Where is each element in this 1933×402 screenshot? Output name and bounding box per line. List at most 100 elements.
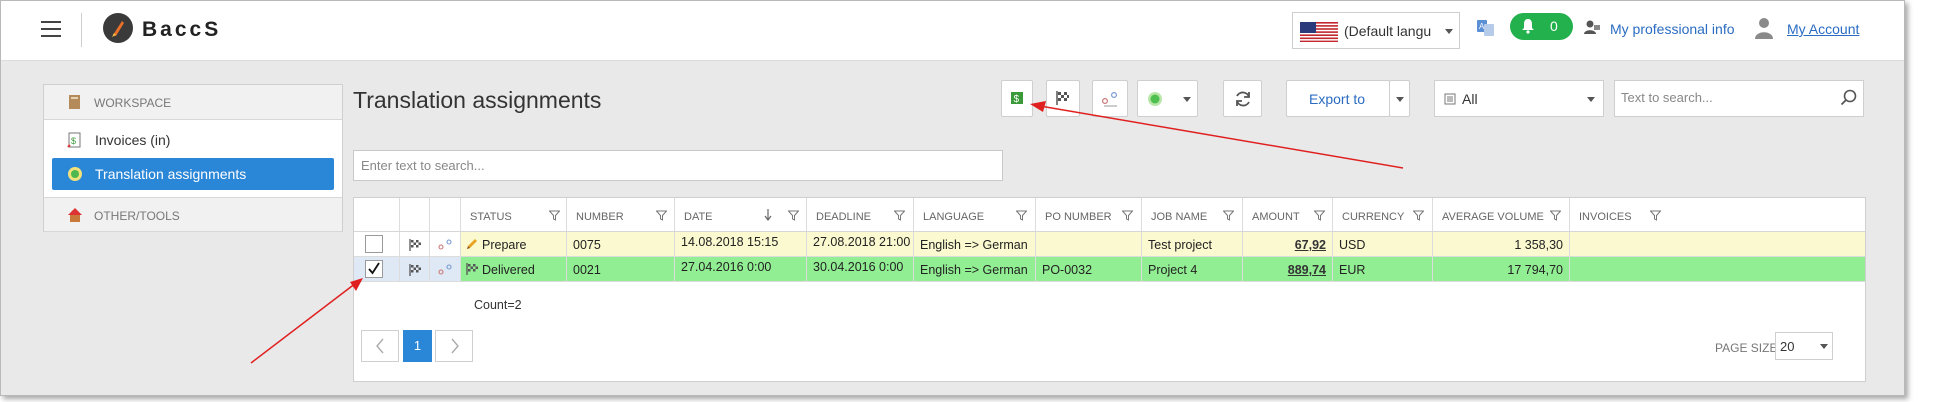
notifications-count: 0 [1550,18,1558,34]
row-select-cell[interactable] [354,257,400,281]
deadline-text: 30.04.2016 0:00 [813,260,904,274]
invoice-button[interactable]: $ [1001,80,1033,117]
filter-icon[interactable] [1016,210,1027,221]
page-title: Translation assignments [353,87,602,113]
invoice-icon: $ [67,132,81,148]
row-checkbox[interactable] [365,235,383,253]
checkered-flag-icon[interactable] [408,263,422,277]
date-text: 27.04.2016 0:00 [681,260,772,274]
sidebar-section-other-tools[interactable]: OTHER/TOOLS [44,197,342,232]
filter-icon[interactable] [1223,210,1234,221]
notifications-button[interactable]: 0 [1510,13,1573,40]
top-search-input[interactable] [1621,90,1826,105]
filter-icon[interactable] [656,210,667,221]
page-size-label: PAGE SIZE [1715,341,1778,355]
po-number-text: PO-0032 [1042,263,1093,277]
column-deadline[interactable]: DEADLINE [807,198,914,231]
column-invoices[interactable]: INVOICES [1570,198,1665,231]
route-button[interactable] [1092,80,1128,117]
table-row[interactable]: Delivered 0021 27.04.2016 0:00 30.04.201… [354,257,1865,282]
filter-icon[interactable] [549,210,560,221]
menu-icon[interactable] [41,21,61,37]
chevron-down-icon [1183,97,1191,102]
sidebar-section-workspace[interactable]: WORKSPACE [44,85,342,120]
translate-icon[interactable]: A [1476,19,1495,37]
sidebar-item-label: Translation assignments [95,166,247,182]
row-route-cell[interactable] [430,257,461,281]
sidebar-item-invoices-in[interactable]: $ Invoices (in) [52,124,334,156]
row-checkbox[interactable] [365,260,383,278]
amount-link[interactable]: 67,92 [1295,238,1326,252]
status-dropdown-button[interactable] [1137,80,1198,117]
filter-icon[interactable] [894,210,905,221]
professional-info-icon[interactable] [1583,19,1601,35]
column-date[interactable]: DATE [675,198,807,231]
route-pins-icon[interactable] [437,238,453,252]
previous-page-button[interactable] [361,330,399,362]
amount-cell[interactable]: 889,74 [1243,257,1333,281]
export-to-label: Export to [1309,91,1366,107]
column-header-label: NUMBER [576,211,624,223]
row-select-cell[interactable] [354,232,400,256]
filter-icon[interactable] [1650,210,1661,221]
language-select[interactable]: (Default langu [1292,12,1460,49]
filter-icon[interactable] [1550,210,1561,221]
filter-icon[interactable] [1413,210,1424,221]
number-text: 0021 [573,263,601,277]
search-icon[interactable] [1840,89,1858,107]
column-number[interactable]: NUMBER [567,198,675,231]
column-status[interactable]: STATUS [461,198,567,231]
grid-search-box [353,150,1003,181]
column-job-name[interactable]: JOB NAME [1142,198,1243,231]
route-column-header [430,198,461,231]
filter-icon[interactable] [1314,210,1325,221]
checkered-flag-icon[interactable] [408,238,422,252]
deadline-cell: 27.08.2018 21:00 [807,232,914,256]
language-value: (Default langu [1344,23,1432,39]
status-cell: Delivered [461,257,567,281]
column-header-label: AVERAGE VOLUME [1442,211,1544,223]
filter-icon[interactable] [788,210,799,221]
row-flag-cell[interactable] [400,257,430,281]
number-cell: 0021 [567,257,675,281]
job-name-cell: Test project [1142,232,1243,256]
row-flag-cell[interactable] [400,232,430,256]
user-avatar-icon[interactable] [1754,16,1774,40]
amount-cell[interactable]: 67,92 [1243,232,1333,256]
amount-link[interactable]: 889,74 [1288,263,1326,277]
filter-icon[interactable] [1122,210,1133,221]
professional-info-link[interactable]: My professional info [1610,21,1735,37]
column-header-label: DATE [684,211,713,223]
home-tools-icon [68,208,82,222]
column-po-number[interactable]: PO NUMBER [1036,198,1142,231]
bell-icon [1522,19,1534,34]
next-page-button[interactable] [435,330,473,362]
sidebar-item-label: Invoices (in) [95,132,171,148]
row-route-cell[interactable] [430,232,461,256]
table-row[interactable]: Prepare 0075 14.08.2018 15:15 27.08.2018… [354,232,1865,257]
export-to-button[interactable]: Export to [1286,80,1390,117]
job-name-cell: Project 4 [1142,257,1243,281]
route-pins-icon[interactable] [437,263,453,277]
list-icon [1444,93,1456,105]
page-size-select[interactable]: 20 [1775,332,1833,360]
column-amount[interactable]: AMOUNT [1243,198,1333,231]
column-currency[interactable]: CURRENCY [1333,198,1433,231]
deliver-button[interactable] [1046,80,1080,117]
sidebar-item-translation-assignments[interactable]: Translation assignments [52,158,334,190]
column-language[interactable]: LANGUAGE [914,198,1036,231]
my-account-link[interactable]: My Account [1787,21,1859,37]
checkered-flag-icon [466,263,478,275]
sort-descending-icon[interactable] [764,209,772,221]
refresh-button[interactable] [1223,80,1262,117]
column-average-volume[interactable]: AVERAGE VOLUME [1433,198,1570,231]
number-cell: 0075 [567,232,675,256]
chevron-down-icon [1587,97,1595,102]
page-button-1[interactable]: 1 [403,330,432,362]
column-header-label: PO NUMBER [1045,211,1112,223]
column-header-label: DEADLINE [816,211,872,223]
po-number-cell [1036,232,1142,256]
export-dropdown-button[interactable] [1389,80,1410,117]
grid-search-input[interactable] [361,158,981,173]
filter-select[interactable]: All [1434,80,1604,117]
